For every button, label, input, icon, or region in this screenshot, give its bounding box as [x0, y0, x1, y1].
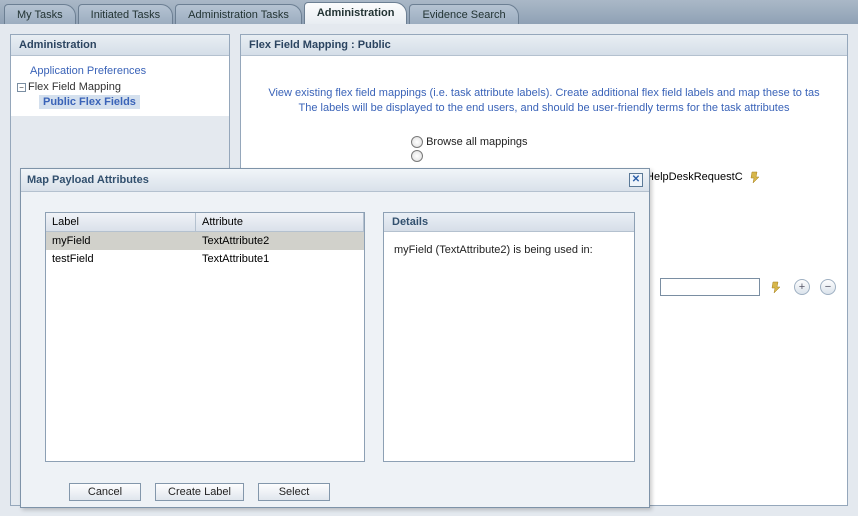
tab-initiated-tasks[interactable]: Initiated Tasks	[78, 4, 174, 24]
table-row[interactable]: myField TextAttribute2	[46, 232, 364, 250]
desc-line-1: View existing flex field mappings (i.e. …	[259, 86, 829, 101]
bg-input-row: + −	[660, 278, 836, 296]
cell-attr: TextAttribute2	[196, 232, 364, 250]
tree-collapse-icon[interactable]: −	[17, 83, 26, 92]
radio-browse-all-label: Browse all mappings	[426, 136, 528, 148]
modal-titlebar: Map Payload Attributes ✕	[21, 169, 649, 192]
desc-line-2: The labels will be displayed to the end …	[259, 101, 829, 116]
link-application-preferences[interactable]: Application Preferences	[30, 63, 146, 79]
cell-label: myField	[46, 232, 196, 250]
details-title: Details	[384, 213, 634, 232]
add-round-button[interactable]: +	[794, 279, 810, 295]
create-label-button[interactable]: Create Label	[155, 483, 244, 501]
close-icon[interactable]: ✕	[629, 173, 643, 187]
flashlight-icon-2[interactable]	[770, 280, 784, 294]
left-panel-title: Administration	[11, 35, 229, 56]
modal-body: Label Attribute myField TextAttribute2 t…	[21, 192, 649, 472]
col-header-attribute[interactable]: Attribute	[196, 213, 364, 231]
right-panel-title: Flex Field Mapping : Public	[241, 35, 847, 56]
tab-administration-tasks[interactable]: Administration Tasks	[175, 4, 302, 24]
cell-label: testField	[46, 250, 196, 268]
top-tabs: My Tasks Initiated Tasks Administration …	[0, 0, 858, 24]
details-body-text: myField (TextAttribute2) is being used i…	[384, 232, 634, 268]
left-panel-body: Application Preferences − Flex Field Map…	[11, 56, 229, 116]
cell-attr: TextAttribute1	[196, 250, 364, 268]
tab-administration[interactable]: Administration	[304, 2, 408, 24]
select-button[interactable]: Select	[258, 483, 330, 501]
remove-round-button[interactable]: −	[820, 279, 836, 295]
tab-evidence-search[interactable]: Evidence Search	[409, 4, 518, 24]
flashlight-icon[interactable]	[749, 170, 763, 184]
bg-text-input[interactable]	[660, 278, 760, 296]
col-header-label[interactable]: Label	[46, 213, 196, 231]
mapping-grid: Label Attribute myField TextAttribute2 t…	[45, 212, 365, 462]
right-panel-description: View existing flex field mappings (i.e. …	[241, 56, 847, 126]
tree-label-flex-mapping: Flex Field Mapping	[28, 81, 121, 93]
modal-buttons: Cancel Create Label Select	[69, 483, 330, 501]
modal-map-payload-attributes: Map Payload Attributes ✕ Label Attribute…	[20, 168, 650, 508]
radio-browse-all[interactable]	[411, 136, 423, 148]
tab-my-tasks[interactable]: My Tasks	[4, 4, 76, 24]
cancel-button[interactable]: Cancel	[69, 483, 141, 501]
grid-header: Label Attribute	[46, 213, 364, 232]
radio-row: Browse all mappings	[241, 136, 847, 148]
details-panel: Details myField (TextAttribute2) is bein…	[383, 212, 635, 462]
radio-option-2[interactable]	[411, 150, 423, 162]
radio-row-2	[241, 150, 847, 162]
modal-title-text: Map Payload Attributes	[27, 174, 149, 186]
link-public-flex-fields[interactable]: Public Flex Fields	[39, 95, 140, 109]
table-row[interactable]: testField TextAttribute1	[46, 250, 364, 268]
